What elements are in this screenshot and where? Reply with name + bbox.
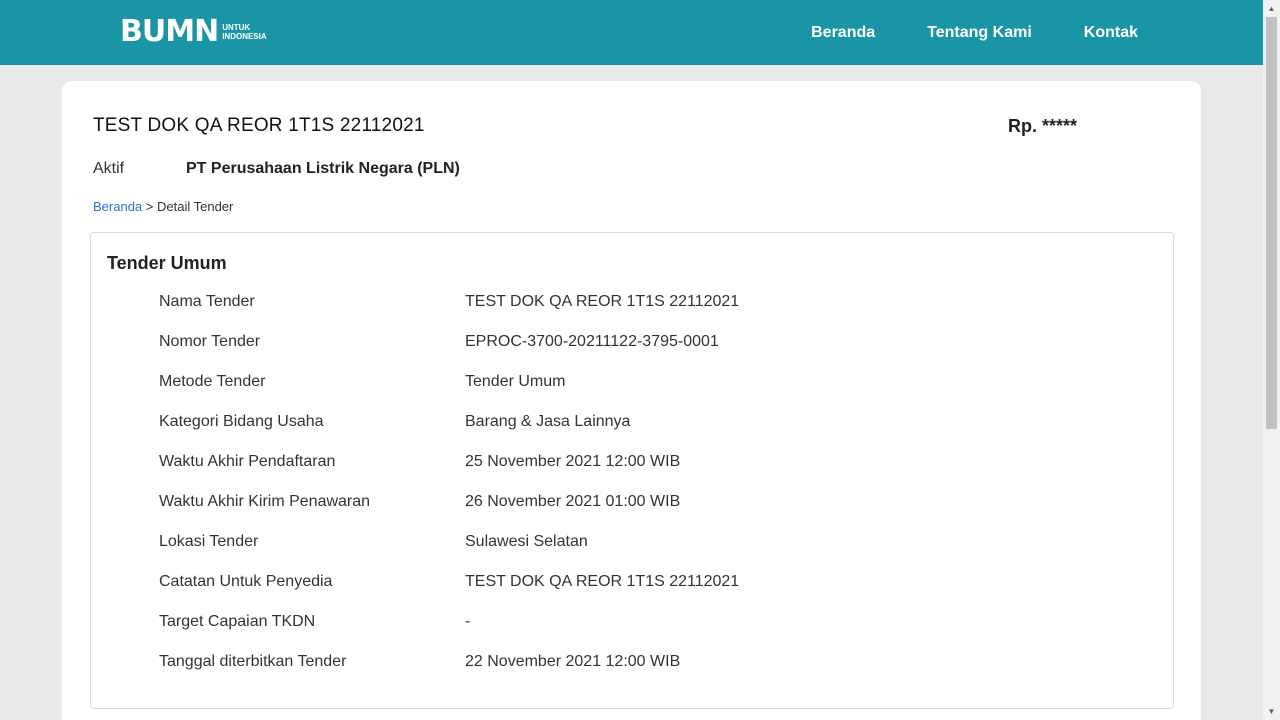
nav-link-tentang-kami[interactable]: Tentang Kami: [927, 24, 1032, 42]
logo-tagline-line2: INDONESIA: [222, 32, 267, 41]
info-label: Nama Tender: [159, 293, 255, 310]
tender-detail-card: TEST DOK QA REOR 1T1S 22112021 Rp. *****…: [62, 81, 1201, 720]
info-value: 22 November 2021 12:00 WIB: [465, 653, 681, 670]
breadcrumb-current: Detail Tender: [157, 199, 234, 214]
info-value: 26 November 2021 01:00 WIB: [465, 493, 681, 510]
info-row: Tanggal diterbitkan Tender 22 November 2…: [159, 653, 1159, 693]
info-label: Nomor Tender: [159, 333, 261, 350]
info-value: -: [465, 613, 471, 630]
info-value: TEST DOK QA REOR 1T1S 22112021: [465, 573, 740, 590]
info-row: Waktu Akhir Pendaftaran 25 November 2021…: [159, 453, 1159, 493]
info-row: Nomor Tender EPROC-3700-20211122-3795-00…: [159, 333, 1159, 373]
breadcrumb-separator: >: [145, 199, 154, 214]
top-navbar: BUMN UNTUK INDONESIA Beranda Tentang Kam…: [0, 0, 1263, 65]
info-label: Tanggal diterbitkan Tender: [159, 653, 347, 670]
nav-link-kontak[interactable]: Kontak: [1084, 24, 1138, 42]
tender-info-panel: Tender Umum Nama Tender TEST DOK QA REOR…: [90, 232, 1174, 709]
logo-wordmark: BUMN: [120, 14, 219, 49]
info-value: 25 November 2021 12:00 WIB: [465, 453, 681, 470]
tender-price: Rp. *****: [1008, 116, 1078, 136]
info-row: Metode Tender Tender Umum: [159, 373, 1159, 413]
info-value: Barang & Jasa Lainnya: [465, 413, 631, 430]
tender-company: PT Perusahaan Listrik Negara (PLN): [186, 160, 460, 177]
info-value: EPROC-3700-20211122-3795-0001: [465, 333, 719, 350]
breadcrumb: Beranda > Detail Tender: [93, 199, 233, 214]
main-nav: Beranda Tentang Kami Kontak: [759, 0, 1138, 65]
scroll-down-arrow-icon[interactable]: ▼: [1263, 703, 1280, 720]
info-value: TEST DOK QA REOR 1T1S 22112021: [465, 293, 740, 310]
info-value: Sulawesi Selatan: [465, 533, 588, 550]
logo-tagline: UNTUK INDONESIA: [222, 23, 266, 41]
info-row: Target Capaian TKDN -: [159, 613, 1159, 653]
info-label: Metode Tender: [159, 373, 266, 390]
info-row: Waktu Akhir Kirim Penawaran 26 November …: [159, 493, 1159, 533]
tender-title: TEST DOK QA REOR 1T1S 22112021: [93, 115, 425, 136]
info-row: Catatan Untuk Penyedia TEST DOK QA REOR …: [159, 573, 1159, 613]
info-label: Kategori Bidang Usaha: [159, 413, 324, 430]
scroll-up-arrow-icon[interactable]: ▲: [1263, 0, 1280, 17]
info-label: Waktu Akhir Kirim Penawaran: [159, 493, 371, 510]
info-label: Catatan Untuk Penyedia: [159, 573, 333, 590]
logo-tagline-line1: UNTUK: [222, 23, 251, 32]
info-label: Waktu Akhir Pendaftaran: [159, 453, 336, 470]
scrollbar-thumb[interactable]: [1266, 17, 1277, 429]
page-scrollbar[interactable]: ▲ ▼: [1263, 0, 1280, 720]
breadcrumb-home-link[interactable]: Beranda: [93, 199, 142, 214]
bumn-logo[interactable]: BUMN UNTUK INDONESIA: [120, 16, 267, 48]
panel-title: Tender Umum: [107, 253, 227, 273]
info-label: Lokasi Tender: [159, 533, 259, 550]
info-value: Tender Umum: [465, 373, 566, 390]
info-row: Lokasi Tender Sulawesi Selatan: [159, 533, 1159, 573]
info-row: Kategori Bidang Usaha Barang & Jasa Lain…: [159, 413, 1159, 453]
tender-info-list: Nama Tender TEST DOK QA REOR 1T1S 221120…: [159, 293, 1159, 693]
nav-link-beranda[interactable]: Beranda: [811, 24, 875, 42]
info-label: Target Capaian TKDN: [159, 613, 316, 630]
info-row: Nama Tender TEST DOK QA REOR 1T1S 221120…: [159, 293, 1159, 333]
tender-status: Aktif: [93, 160, 125, 177]
